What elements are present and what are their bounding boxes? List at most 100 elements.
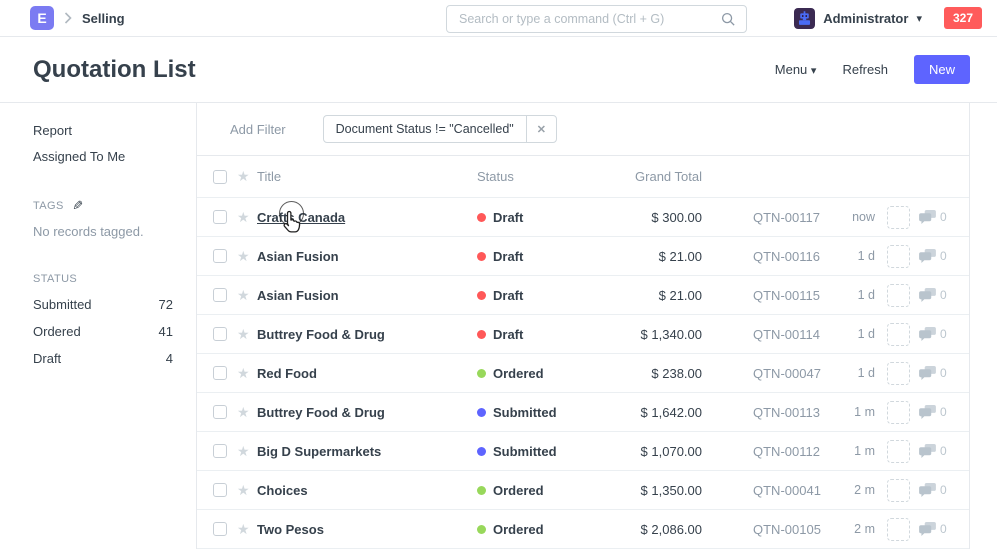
quotation-title-link[interactable]: Asian Fusion: [257, 288, 339, 303]
star-icon[interactable]: ★: [237, 482, 253, 499]
table-row[interactable]: ★ Asian Fusion Draft $ 21.00 QTN-00116 1…: [197, 237, 969, 276]
row-checkbox[interactable]: [213, 288, 227, 302]
notification-badge[interactable]: 327: [944, 7, 982, 29]
comment-count-value: 0: [940, 327, 947, 341]
quotation-title-link[interactable]: Big D Supermarkets: [257, 444, 381, 459]
comment-count[interactable]: 0: [919, 522, 957, 536]
quotation-id: QTN-00117: [753, 210, 825, 225]
status-dot-icon: [477, 447, 486, 456]
star-icon[interactable]: ★: [237, 365, 253, 382]
star-icon[interactable]: ★: [237, 209, 253, 226]
star-icon[interactable]: ★: [237, 287, 253, 304]
assign-to-placeholder[interactable]: [887, 479, 910, 502]
comments-icon: [919, 405, 936, 419]
quotation-title-link[interactable]: Crafts Canada: [257, 210, 345, 225]
table-row[interactable]: ★ Red Food Ordered $ 238.00 QTN-00047 1 …: [197, 354, 969, 393]
app-logo[interactable]: E: [30, 6, 54, 30]
assign-to-placeholder[interactable]: [887, 401, 910, 424]
comment-count[interactable]: 0: [919, 210, 957, 224]
status-count: 72: [159, 297, 173, 312]
status-filter-submitted[interactable]: Submitted 72: [33, 297, 173, 312]
sidebar-item-assigned-to-me[interactable]: Assigned To Me: [33, 149, 176, 164]
comment-count-value: 0: [940, 483, 947, 497]
status-label: Submitted: [493, 444, 557, 459]
add-filter-button[interactable]: Add Filter: [230, 122, 286, 137]
comment-count[interactable]: 0: [919, 405, 957, 419]
select-all-checkbox[interactable]: [213, 170, 227, 184]
assign-to-placeholder[interactable]: [887, 518, 910, 541]
row-checkbox[interactable]: [213, 444, 227, 458]
row-checkbox[interactable]: [213, 522, 227, 536]
table-row[interactable]: ★ Choices Ordered $ 1,350.00 QTN-00041 2…: [197, 471, 969, 510]
quotation-title-link[interactable]: Two Pesos: [257, 522, 324, 537]
row-checkbox[interactable]: [213, 210, 227, 224]
user-menu[interactable]: Administrator: [823, 11, 908, 26]
grand-total-value: $ 300.00: [582, 210, 702, 225]
status-dot-icon: [477, 252, 486, 261]
remove-filter-icon[interactable]: ✕: [526, 116, 556, 142]
status-count: 41: [159, 324, 173, 339]
edit-tags-pencil-icon[interactable]: ✎: [72, 198, 83, 214]
search-input[interactable]: [447, 12, 721, 26]
status-filter-ordered[interactable]: Ordered 41: [33, 324, 173, 339]
search-icon[interactable]: [721, 12, 746, 27]
table-row[interactable]: ★ Crafts Canada Draft $ 300.00 QTN-00117…: [197, 198, 969, 237]
star-icon[interactable]: ★: [237, 404, 253, 421]
star-icon[interactable]: ★: [237, 521, 253, 538]
comment-count[interactable]: 0: [919, 249, 957, 263]
row-checkbox[interactable]: [213, 366, 227, 380]
breadcrumb-chevron-icon: [64, 12, 72, 24]
star-icon[interactable]: ★: [237, 443, 253, 460]
quotation-title-link[interactable]: Buttrey Food & Drug: [257, 327, 385, 342]
global-search[interactable]: [446, 5, 747, 33]
refresh-button[interactable]: Refresh: [842, 62, 888, 77]
user-avatar[interactable]: [794, 8, 815, 29]
assign-to-placeholder[interactable]: [887, 206, 910, 229]
menu-button[interactable]: Menu ▾: [775, 62, 817, 77]
row-checkbox[interactable]: [213, 483, 227, 497]
quotation-list-container: Add Filter Document Status != "Cancelled…: [196, 103, 970, 549]
grand-total-value: $ 1,350.00: [582, 483, 702, 498]
table-row[interactable]: ★ Big D Supermarkets Submitted $ 1,070.0…: [197, 432, 969, 471]
quotation-title-link[interactable]: Red Food: [257, 366, 317, 381]
quotation-title-link[interactable]: Asian Fusion: [257, 249, 339, 264]
comment-count[interactable]: 0: [919, 288, 957, 302]
status-label: Draft: [493, 210, 523, 225]
comment-count[interactable]: 0: [919, 327, 957, 341]
quotation-title-link[interactable]: Choices: [257, 483, 308, 498]
assign-to-placeholder[interactable]: [887, 440, 910, 463]
star-icon[interactable]: ★: [237, 248, 253, 265]
comment-count[interactable]: 0: [919, 483, 957, 497]
quotation-rows: ★ Crafts Canada Draft $ 300.00 QTN-00117…: [197, 198, 969, 549]
quotation-title-link[interactable]: Buttrey Food & Drug: [257, 405, 385, 420]
table-row[interactable]: ★ Two Pesos Ordered $ 2,086.00 QTN-00105…: [197, 510, 969, 549]
comment-count[interactable]: 0: [919, 366, 957, 380]
comment-count-value: 0: [940, 522, 947, 536]
status-dot-icon: [477, 330, 486, 339]
row-checkbox[interactable]: [213, 405, 227, 419]
status-label: Ordered: [493, 366, 544, 381]
table-row[interactable]: ★ Buttrey Food & Drug Submitted $ 1,642.…: [197, 393, 969, 432]
status-count: 4: [166, 351, 173, 366]
new-button[interactable]: New: [914, 55, 970, 84]
comments-icon: [919, 327, 936, 341]
row-checkbox[interactable]: [213, 327, 227, 341]
filter-condition[interactable]: Document Status != "Cancelled": [324, 116, 526, 142]
modified-time: 1 d: [825, 249, 875, 263]
assign-to-placeholder[interactable]: [887, 362, 910, 385]
breadcrumb-selling[interactable]: Selling: [82, 11, 125, 26]
comment-count[interactable]: 0: [919, 444, 957, 458]
table-row[interactable]: ★ Buttrey Food & Drug Draft $ 1,340.00 Q…: [197, 315, 969, 354]
row-checkbox[interactable]: [213, 249, 227, 263]
sidebar-item-report[interactable]: Report: [33, 123, 176, 138]
assign-to-placeholder[interactable]: [887, 245, 910, 268]
star-icon[interactable]: ★: [237, 326, 253, 343]
table-row[interactable]: ★ Asian Fusion Draft $ 21.00 QTN-00115 1…: [197, 276, 969, 315]
star-icon[interactable]: ★: [237, 168, 253, 185]
status-filter-draft[interactable]: Draft 4: [33, 351, 173, 366]
comment-count-value: 0: [940, 210, 947, 224]
active-filter-pill[interactable]: Document Status != "Cancelled" ✕: [323, 115, 557, 143]
assign-to-placeholder[interactable]: [887, 284, 910, 307]
assign-to-placeholder[interactable]: [887, 323, 910, 346]
list-header-row: ★ Title Status Grand Total: [197, 156, 969, 198]
